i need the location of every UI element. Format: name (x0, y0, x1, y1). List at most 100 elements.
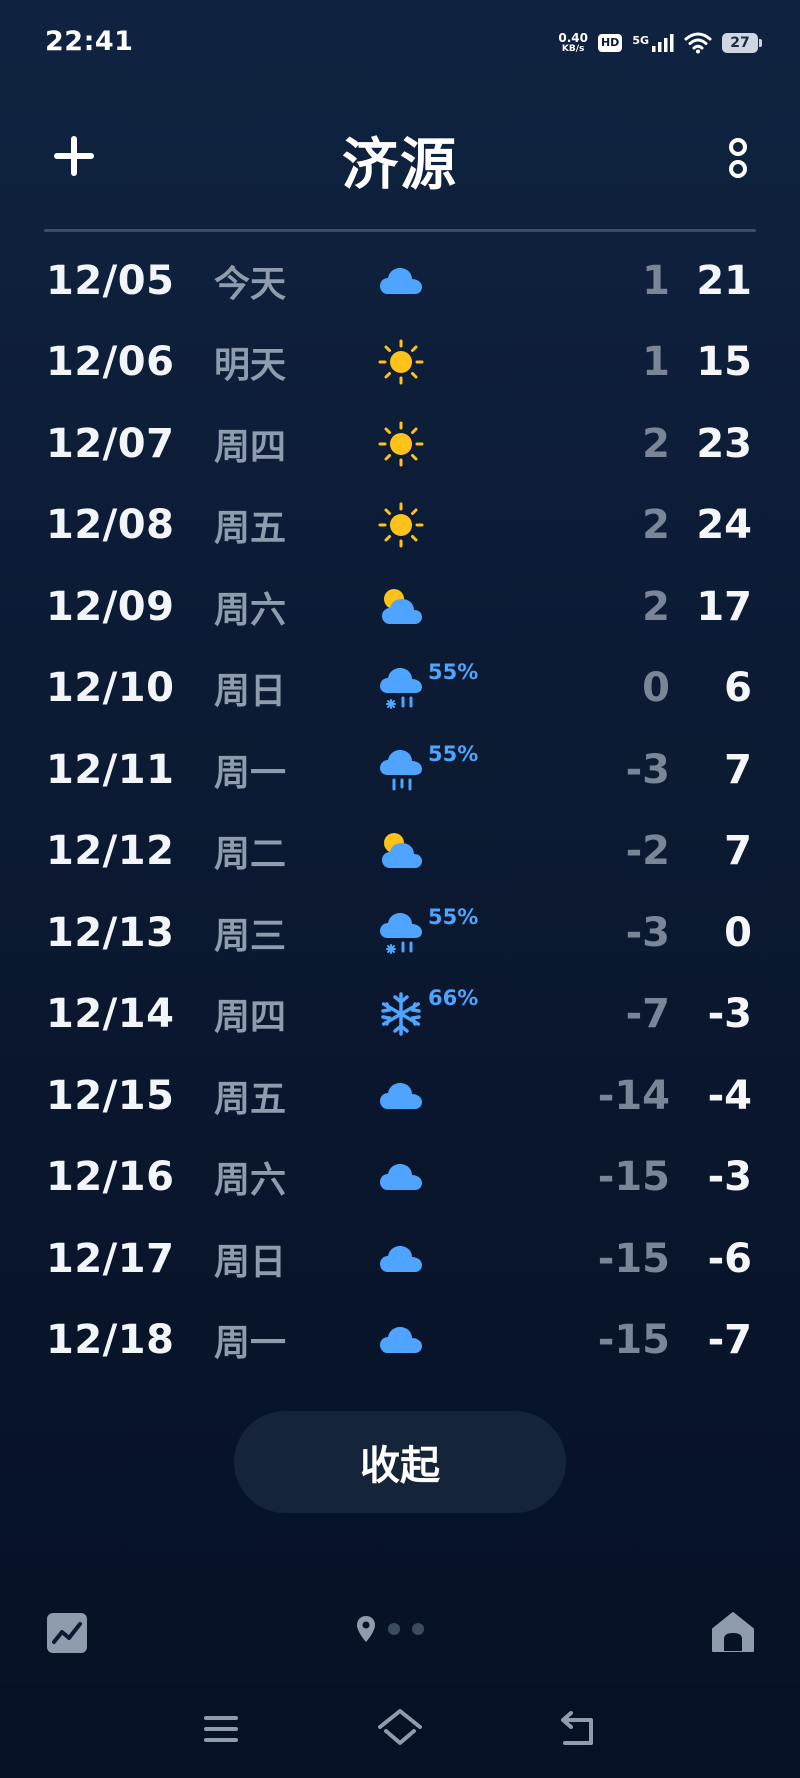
home-outline-icon (378, 1709, 422, 1745)
menu-button[interactable] (198, 1705, 246, 1753)
weather-cloudy-icon (378, 1236, 424, 1282)
temp-high: 17 (696, 583, 752, 630)
forecast-weekday: 周三 (214, 915, 287, 957)
precip-chance: 55% (428, 741, 479, 766)
back-button[interactable] (555, 1705, 603, 1753)
page-dot[interactable] (412, 1623, 424, 1635)
temp-low: 0 (642, 665, 670, 712)
weather-cloudy-icon (378, 1073, 424, 1119)
forecast-date: 12/18 (46, 1317, 175, 1364)
forecast-date: 12/14 (46, 991, 175, 1038)
forecast-row[interactable]: 12/08 周五 2 24 (0, 485, 800, 567)
forecast-row[interactable]: 12/17 周日 -15 -6 (0, 1218, 800, 1300)
weather-sunny-icon (378, 502, 424, 548)
forecast-weekday: 周一 (214, 752, 287, 794)
status-bar: 22:41 0.40 KB/s HD 5G 27 (0, 0, 800, 84)
forecast-weekday: 周一 (214, 1323, 287, 1365)
forecast-row[interactable]: 12/10 周日 55% 0 6 (0, 648, 800, 730)
location-pin-icon (357, 1616, 375, 1642)
collapse-button[interactable]: 收起 (234, 1411, 566, 1513)
temp-low: 2 (642, 420, 670, 467)
forecast-row[interactable]: 12/09 周六 2 17 (0, 566, 800, 648)
temp-low: -15 (597, 1317, 670, 1364)
forecast-weekday: 周六 (214, 589, 287, 631)
temp-low: -14 (597, 1072, 670, 1119)
temp-low: -15 (597, 1235, 670, 1282)
temp-low: -3 (625, 909, 670, 956)
forecast-row[interactable]: 12/11 周一 55% -3 7 (0, 729, 800, 811)
battery-icon: 27 (722, 33, 762, 53)
forecast-row[interactable]: 12/18 周一 -15 -7 (0, 1300, 800, 1382)
net-speed-value: 0.40 (558, 31, 588, 45)
net-speed: 0.40 KB/s (558, 32, 588, 54)
forecast-date: 12/11 (46, 746, 175, 793)
temp-high: -6 (707, 1235, 752, 1282)
forecast-date: 12/17 (46, 1235, 175, 1282)
weather-sunny-icon (378, 421, 424, 467)
net-speed-unit: KB/s (561, 44, 585, 54)
page-dot[interactable] (388, 1623, 400, 1635)
nav-home-button[interactable] (376, 1705, 424, 1753)
forecast-weekday: 周四 (214, 426, 287, 468)
weather-sleet-icon (378, 910, 424, 956)
temp-high: 21 (696, 257, 752, 304)
forecast-date: 12/06 (46, 339, 175, 386)
forecast-date: 12/10 (46, 665, 175, 712)
city-title: 济源 (342, 133, 458, 198)
forecast-weekday: 周日 (214, 1241, 287, 1283)
forecast-row[interactable]: 12/15 周五 -14 -4 (0, 1055, 800, 1137)
forecast-weekday: 周五 (214, 1078, 287, 1120)
trend-chart-icon (47, 1613, 87, 1653)
temp-high: 0 (724, 909, 752, 956)
temp-high: 24 (696, 502, 752, 549)
status-time: 22:41 (45, 26, 134, 57)
temp-low: 2 (642, 583, 670, 630)
temp-high: 7 (724, 828, 752, 875)
precip-chance: 66% (428, 986, 479, 1011)
forecast-weekday: 周日 (214, 671, 287, 713)
forecast-row[interactable]: 12/05 今天 1 21 (0, 240, 800, 322)
forecast-row[interactable]: 12/14 周四 66% -7 -3 (0, 974, 800, 1056)
battery-level: 27 (730, 35, 750, 51)
weather-cloudy-icon (378, 258, 424, 304)
system-nav-bar (0, 1685, 800, 1778)
weather-sunny-icon (378, 339, 424, 385)
forecast-date: 12/13 (46, 909, 175, 956)
forecast-date: 12/12 (46, 828, 175, 875)
precip-chance: 55% (428, 660, 479, 685)
forecast-list: 12/05 今天 1 21 12/06 明天 1 15 12/07 周四 2 23 12/08 周五 2 24… (0, 240, 800, 1381)
temp-low: 2 (642, 502, 670, 549)
weather-partly-cloudy-icon (378, 584, 424, 630)
weather-cloudy-icon (378, 1317, 424, 1363)
home-icon (712, 1612, 754, 1652)
temp-high: -3 (707, 1154, 752, 1201)
page-indicators (356, 1615, 424, 1643)
weather-partly-cloudy-icon (378, 828, 424, 874)
forecast-row[interactable]: 12/13 周三 55% -3 0 (0, 892, 800, 974)
network-type: 5G (632, 34, 649, 47)
forecast-row[interactable]: 12/07 周四 2 23 (0, 403, 800, 485)
forecast-weekday: 明天 (214, 345, 287, 387)
forecast-date: 12/16 (46, 1154, 175, 1201)
temp-low: 1 (642, 257, 670, 304)
home-button[interactable] (710, 1609, 756, 1655)
forecast-weekday: 周五 (214, 508, 287, 550)
temp-high: 23 (696, 420, 752, 467)
temp-low: -15 (597, 1154, 670, 1201)
weather-rain-icon (378, 747, 424, 793)
more-options-button[interactable] (716, 130, 760, 186)
forecast-date: 12/08 (46, 502, 175, 549)
temp-high: -4 (707, 1072, 752, 1119)
temp-low: -3 (625, 746, 670, 793)
trend-chart-button[interactable] (46, 1612, 88, 1654)
forecast-weekday: 周四 (214, 997, 287, 1039)
header: 济源 (0, 100, 800, 220)
weather-cloudy-icon (378, 1154, 424, 1200)
header-divider (44, 229, 756, 232)
temp-high: -7 (707, 1317, 752, 1364)
forecast-row[interactable]: 12/16 周六 -15 -3 (0, 1137, 800, 1219)
forecast-weekday: 周六 (214, 1160, 287, 1202)
temp-low: -2 (625, 828, 670, 875)
forecast-row[interactable]: 12/12 周二 -2 7 (0, 811, 800, 893)
forecast-row[interactable]: 12/06 明天 1 15 (0, 322, 800, 404)
